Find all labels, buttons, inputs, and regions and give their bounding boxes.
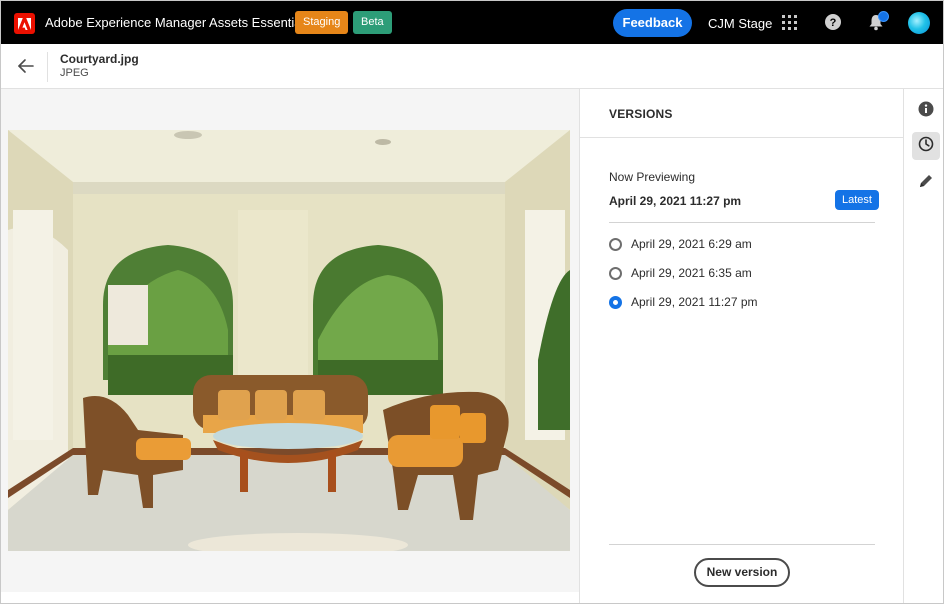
version-radio-selected[interactable] [609, 295, 622, 309]
latest-badge: Latest [835, 190, 879, 210]
staging-badge: Staging [295, 11, 349, 34]
version-radio[interactable] [609, 237, 622, 251]
asset-type: JPEG [60, 67, 89, 79]
edit-icon [918, 173, 934, 194]
version-label: April 29, 2021 11:27 pm [631, 295, 758, 309]
new-version-button[interactable]: New version [694, 558, 790, 587]
notification-dot [878, 11, 889, 22]
asset-header: Courtyard.jpg JPEG [1, 44, 943, 89]
apps-icon[interactable] [782, 15, 797, 30]
version-item[interactable]: April 29, 2021 6:35 am [609, 264, 752, 282]
versions-divider [580, 137, 903, 138]
version-item[interactable]: April 29, 2021 6:29 am [609, 235, 752, 253]
version-item[interactable]: April 29, 2021 11:27 pm [609, 293, 758, 311]
preview-footer [1, 592, 579, 603]
help-icon[interactable]: ? [825, 14, 841, 30]
panel-footer-divider [609, 544, 875, 545]
asset-preview-image[interactable] [8, 130, 570, 551]
now-previewing-divider [609, 222, 875, 223]
info-icon [918, 101, 934, 122]
version-label: April 29, 2021 6:35 am [631, 266, 752, 280]
versions-panel: VERSIONS Now Previewing April 29, 2021 1… [579, 89, 903, 603]
org-switcher[interactable]: CJM Stage [708, 16, 772, 31]
beta-badge: Beta [353, 11, 392, 34]
asset-preview-area [1, 89, 579, 603]
feedback-button[interactable]: Feedback [613, 9, 692, 37]
versions-title: VERSIONS [609, 107, 673, 121]
version-radio[interactable] [609, 266, 622, 280]
now-previewing-label: Now Previewing [609, 170, 696, 184]
history-icon [918, 136, 934, 157]
svg-text:?: ? [830, 17, 837, 29]
asset-name: Courtyard.jpg [60, 52, 139, 66]
history-button[interactable] [912, 132, 940, 160]
header-divider [47, 52, 48, 82]
avatar[interactable] [908, 12, 930, 34]
version-label: April 29, 2021 6:29 am [631, 237, 752, 251]
adobe-logo-icon[interactable] [14, 13, 35, 34]
edit-button[interactable] [912, 169, 940, 197]
app-title[interactable]: Adobe Experience Manager Assets Essentia… [45, 15, 311, 30]
back-arrow-icon[interactable] [15, 56, 37, 76]
top-bar: Adobe Experience Manager Assets Essentia… [1, 1, 943, 44]
info-button[interactable] [912, 97, 940, 125]
now-previewing-date: April 29, 2021 11:27 pm [609, 194, 742, 208]
right-rail [903, 89, 943, 603]
